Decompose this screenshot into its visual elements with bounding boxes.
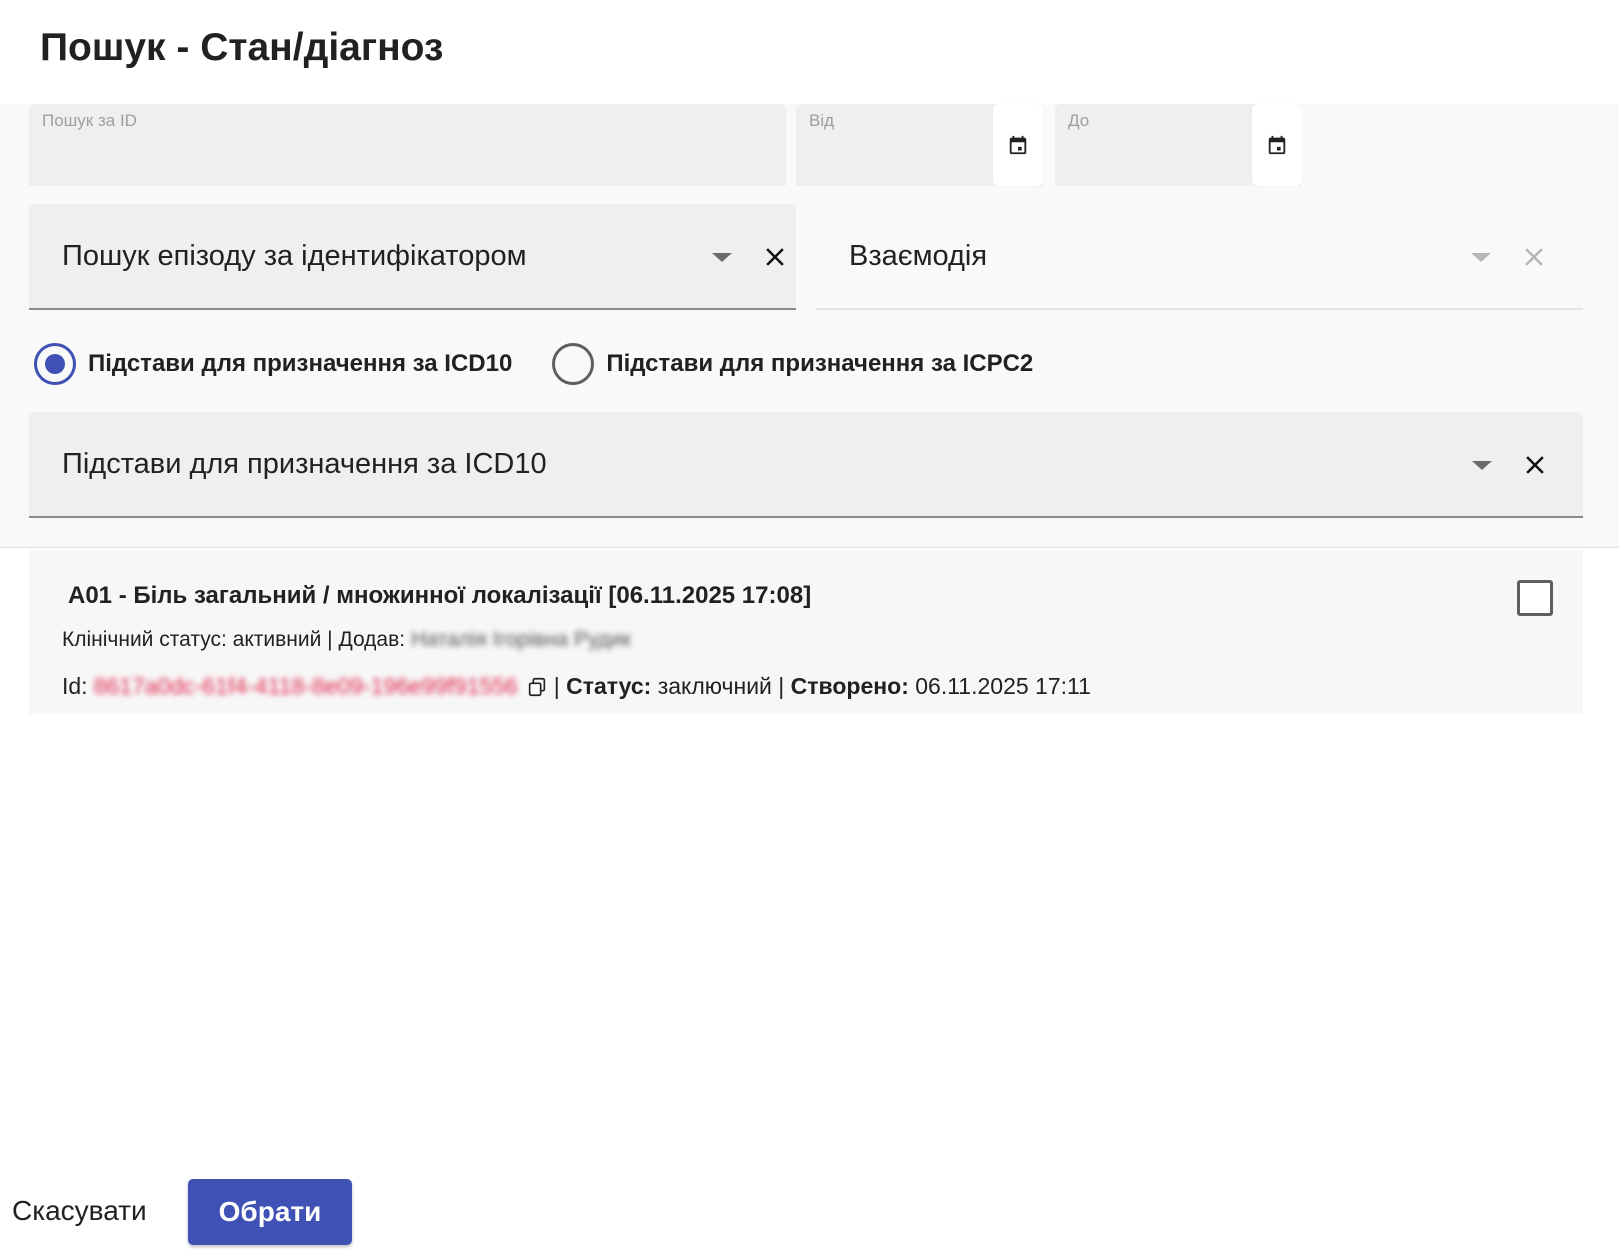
dropdown-arrow-icon[interactable] [1472,461,1492,470]
interaction-select[interactable]: Взаємодія [816,204,1583,310]
select-button[interactable]: Обрати [188,1179,352,1245]
result-item[interactable]: A01 - Біль загальний / множинної локаліз… [29,550,1583,714]
status-value: заключний [657,673,772,699]
clinical-status-value: активний [232,628,322,651]
id-value: 8617a0dc-61f4-4118-8e09-196e99f91556 [93,673,518,699]
episode-select[interactable]: Пошук епізоду за ідентифікатором [29,204,796,310]
basis-select-value: Підстави для призначення за ICD10 [62,448,547,480]
separator: | [553,673,567,699]
cancel-button[interactable]: Скасувати [12,1186,147,1236]
id-search-field[interactable]: Пошук за ID [29,104,786,186]
date-from-field[interactable]: Від [796,104,1043,186]
calendar-icon[interactable] [993,104,1043,186]
radio-selected-icon[interactable] [34,343,76,385]
added-by-label: Додав: [338,628,406,651]
date-to-label: До [1068,111,1090,130]
radio-icpc2[interactable]: Підстави для призначення за ICPC2 [552,343,1033,385]
radio-unselected-icon[interactable] [552,343,595,385]
dialog-title: Пошук - Стан/діагноз [40,26,444,69]
result-details: Id: 8617a0dc-61f4-4118-8e09-196e99f91556… [62,673,1091,700]
clear-icon[interactable] [755,237,795,277]
separator: | [327,628,333,651]
result-meta: Клінічний статус: активний | Додав: Натал… [62,628,631,652]
interaction-select-value: Взаємодія [849,240,988,272]
dropdown-arrow-icon[interactable] [1471,253,1491,262]
result-checkbox[interactable] [1517,580,1553,616]
date-to-field[interactable]: До [1055,104,1302,186]
created-value: 06.11.2025 17:11 [915,673,1091,699]
calendar-icon[interactable] [1252,104,1302,186]
created-label: Створено: [790,673,909,699]
id-search-label: Пошук за ID [42,111,137,130]
copy-icon[interactable] [526,676,548,698]
dropdown-arrow-icon[interactable] [712,253,732,262]
status-label: Статус: [566,673,652,699]
filter-panel: Пошук за ID Від До Пошук епізоду за іден… [0,104,1619,548]
separator: | [771,673,791,699]
clinical-status-label: Клінічний статус: [62,628,227,651]
radio-icd10-label: Підстави для призначення за ICD10 [88,350,513,377]
date-from-label: Від [809,111,835,130]
added-by-value: Наталія Ігорівна Рудик [411,628,631,651]
result-title: A01 - Біль загальний / множинної локаліз… [68,582,812,609]
clear-icon[interactable] [1515,445,1555,485]
basis-select[interactable]: Підстави для призначення за ICD10 [29,412,1583,518]
search-dialog: Пошук - Стан/діагноз Пошук за ID Від До … [0,0,1619,1253]
id-label: Id: [62,673,88,699]
radio-icd10[interactable]: Підстави для призначення за ICD10 [34,343,512,385]
basis-radio-group: Підстави для призначення за ICD10 Підста… [34,342,1073,386]
clear-icon[interactable] [1514,237,1554,277]
episode-select-value: Пошук епізоду за ідентифікатором [62,240,527,272]
radio-icpc2-label: Підстави для призначення за ICPC2 [606,350,1034,377]
